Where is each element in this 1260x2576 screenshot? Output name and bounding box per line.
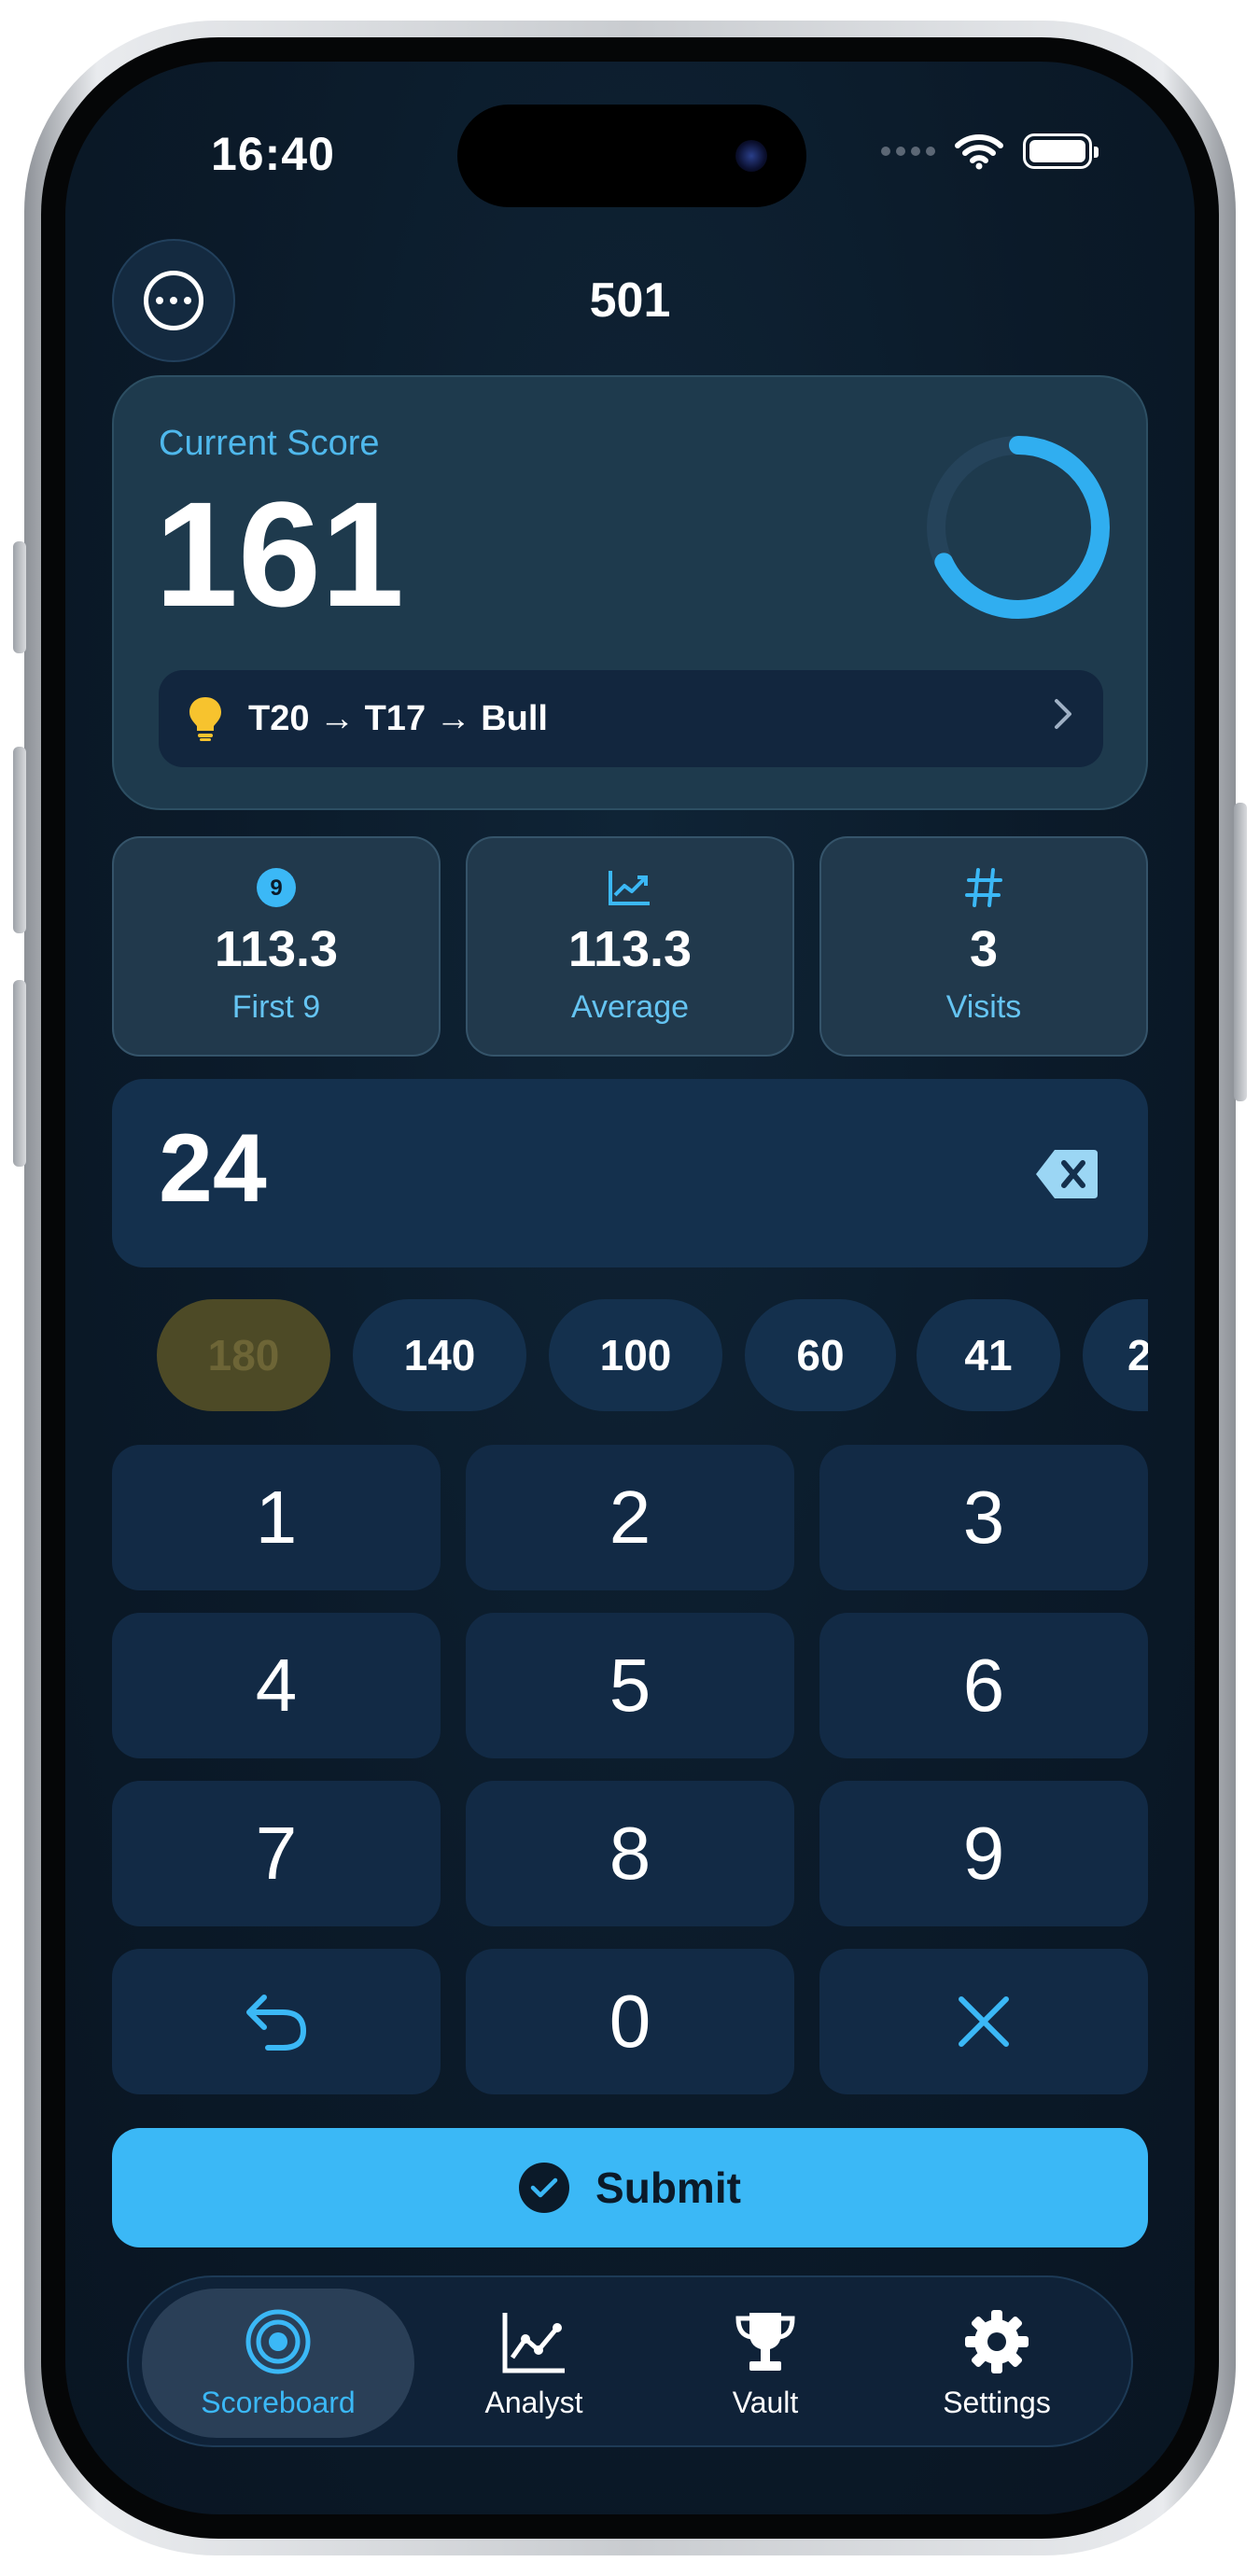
quick-score-chip[interactable]: 41 [917, 1299, 1060, 1411]
line-chart-icon [502, 2312, 565, 2373]
dynamic-island [457, 105, 806, 207]
quick-score-row: 180 140 100 60 41 26 [112, 1299, 1148, 1411]
tab-label: Vault [732, 2385, 799, 2419]
signal-icon [881, 147, 935, 156]
key-5[interactable]: 5 [466, 1613, 794, 1758]
badge-9-icon: 9 [114, 866, 439, 909]
clear-icon [959, 1996, 1009, 2047]
stat-value: 3 [969, 921, 999, 977]
battery-icon [1023, 133, 1099, 169]
chevron-right-icon [1053, 697, 1075, 740]
key-2[interactable]: 2 [466, 1445, 794, 1590]
tab-label: Analyst [484, 2385, 583, 2419]
score-entry-display: 24 [112, 1079, 1148, 1267]
volume-down-button [13, 980, 26, 1167]
trophy-icon [735, 2312, 795, 2371]
tab-scoreboard[interactable]: Scoreboard [142, 2289, 414, 2438]
tab-settings[interactable]: Settings [903, 2289, 1090, 2438]
gear-icon [965, 2309, 1029, 2373]
camera-icon [735, 140, 767, 172]
key-3[interactable]: 3 [819, 1445, 1148, 1590]
undo-button[interactable] [112, 1949, 441, 2094]
quick-score-chip[interactable]: 100 [549, 1299, 722, 1411]
key-9[interactable]: 9 [819, 1781, 1148, 1926]
key-7[interactable]: 7 [112, 1781, 441, 1926]
action-button [13, 541, 26, 653]
progress-ring [927, 436, 1110, 619]
checkmark-icon [519, 2163, 570, 2213]
quick-score-chip[interactable]: 26 [1083, 1299, 1148, 1411]
status-time: 16:40 [211, 128, 335, 180]
key-0[interactable]: 0 [466, 1949, 794, 2094]
target-icon [245, 2309, 311, 2373]
current-score-value: 161 [155, 470, 404, 637]
game-title: 501 [589, 273, 671, 328]
stat-first-9: 9 113.3 First 9 [112, 836, 441, 1057]
lightbulb-icon [187, 695, 224, 742]
entry-value: 24 [159, 1114, 267, 1223]
tab-bar: Scoreboard Analyst Vault Settings [127, 2275, 1133, 2447]
clear-button[interactable] [819, 1949, 1148, 2094]
badge-9-text: 9 [270, 875, 282, 901]
stat-label: First 9 [231, 989, 321, 1025]
hash-icon [821, 866, 1146, 909]
stat-visits: 3 Visits [819, 836, 1148, 1057]
power-button [1234, 803, 1247, 1101]
stat-label: Average [570, 989, 690, 1025]
tab-vault[interactable]: Vault [672, 2289, 859, 2438]
checkout-suggestion[interactable]: T20 → T17 → Bull [159, 670, 1103, 767]
wifi-icon [955, 134, 1003, 170]
stat-value: 113.3 [567, 921, 693, 977]
tab-analyst[interactable]: Analyst [431, 2289, 637, 2438]
key-8[interactable]: 8 [466, 1781, 794, 1926]
tab-label: Scoreboard [201, 2385, 356, 2419]
current-score-label: Current Score [159, 424, 380, 463]
quick-score-chip[interactable]: 180 [157, 1299, 330, 1411]
stat-average: 113.3 Average [466, 836, 794, 1057]
trend-chart-icon [468, 866, 792, 909]
tab-label: Settings [943, 2385, 1051, 2419]
score-card: Current Score 161 T20 → T17 → Bull [112, 375, 1148, 810]
key-4[interactable]: 4 [112, 1613, 441, 1758]
volume-up-button [13, 747, 26, 933]
stat-value: 113.3 [214, 921, 339, 977]
undo-icon [246, 1995, 307, 2051]
app-screen: 16:40 501 Current Score 161 T20 → T17 → … [65, 62, 1195, 2514]
quick-score-chip[interactable]: 60 [745, 1299, 896, 1411]
submit-label: Submit [595, 2163, 741, 2212]
backspace-icon[interactable] [1034, 1148, 1099, 1200]
key-1[interactable]: 1 [112, 1445, 441, 1590]
checkout-text: T20 → T17 → Bull [248, 698, 548, 738]
status-icons [881, 133, 1099, 170]
stat-label: Visits [945, 989, 1022, 1025]
key-6[interactable]: 6 [819, 1613, 1148, 1758]
submit-button[interactable]: Submit [112, 2128, 1148, 2247]
quick-score-chip[interactable]: 140 [353, 1299, 526, 1411]
